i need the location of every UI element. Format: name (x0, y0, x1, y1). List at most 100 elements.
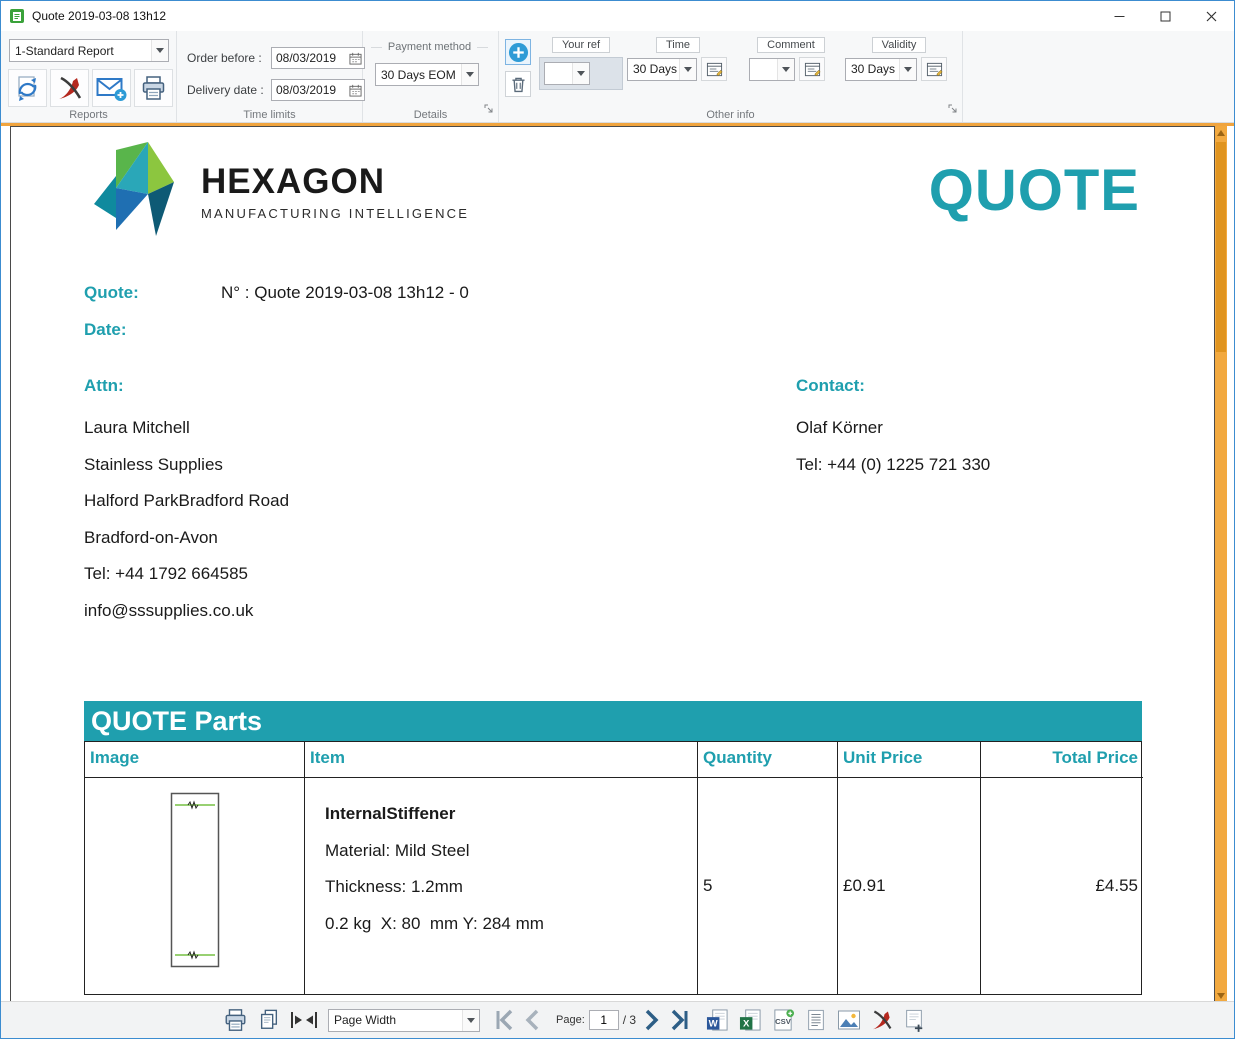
svg-text:W: W (709, 1019, 719, 1030)
quote-label: Quote: (84, 283, 139, 302)
chevron-down-icon[interactable] (572, 63, 589, 84)
print-report-button[interactable] (134, 69, 173, 107)
ribbon-group-time-limits: Order before : 08/03/2019 Delivery date … (177, 31, 363, 122)
next-page-button[interactable] (644, 1009, 660, 1031)
arrow-down-glyph (1217, 993, 1225, 999)
next-page-icon (644, 1009, 660, 1031)
page-number-input[interactable] (589, 1010, 619, 1030)
previous-page-icon (524, 1009, 540, 1031)
payment-method-label: Payment method (388, 41, 471, 53)
add-page-button[interactable] (903, 1008, 925, 1032)
text-doc-icon (805, 1008, 827, 1032)
chevron-down-icon[interactable] (462, 1010, 479, 1031)
order-before-label: Order before : (187, 51, 271, 65)
vertical-scrollbar[interactable] (1215, 126, 1227, 1003)
minimize-icon (1114, 11, 1125, 22)
calendar-icon[interactable] (346, 52, 364, 65)
chevron-down-glyph (467, 1018, 475, 1023)
add-item-button[interactable] (505, 39, 531, 65)
delivery-date-input[interactable]: 08/03/2019 (271, 79, 365, 101)
chevron-down-glyph (904, 67, 912, 72)
window-controls (1096, 1, 1234, 31)
time-select[interactable]: 30 Days (627, 58, 697, 81)
svg-text:X: X (743, 1019, 750, 1030)
payment-method-value: 30 Days EOM (376, 68, 461, 82)
zoom-select[interactable]: Page Width (328, 1009, 480, 1032)
quote-parts-banner: QUOTE Parts (84, 701, 1142, 741)
svg-text:CSV: CSV (775, 1017, 792, 1026)
form-edit-icon (926, 61, 943, 78)
quote-parts-title: QUOTE Parts (91, 706, 262, 737)
validity-select[interactable]: 30 Days (845, 58, 917, 81)
col-header-unit-price: Unit Price (837, 742, 980, 778)
previous-page-button[interactable] (524, 1009, 540, 1031)
attn-line: Halford ParkBradford Road (84, 483, 289, 520)
your-ref-select[interactable] (544, 62, 590, 85)
attn-line: Tel: +44 1792 664585 (84, 556, 289, 593)
scrollbar-thumb[interactable] (1216, 142, 1226, 352)
ribbon: 1-Standard Report (1, 31, 1234, 123)
comment-select[interactable] (749, 58, 795, 81)
export-csv-button[interactable]: CSV (772, 1008, 795, 1032)
report-style-select[interactable]: 1-Standard Report (9, 39, 169, 62)
order-before-date-input[interactable]: 08/03/2019 (271, 47, 365, 69)
chevron-down-icon[interactable] (461, 64, 478, 85)
attn-line: Bradford-on-Avon (84, 520, 289, 557)
export-word-button[interactable]: W (706, 1008, 729, 1032)
minimize-button[interactable] (1096, 1, 1142, 31)
close-button[interactable] (1188, 1, 1234, 31)
chevron-down-icon[interactable] (777, 59, 794, 80)
validity-label: Validity (872, 37, 927, 53)
calendar-icon[interactable] (346, 84, 364, 97)
export-image-button[interactable] (837, 1009, 861, 1031)
export-pdf-button[interactable] (50, 69, 89, 107)
details-dialog-launcher[interactable] (484, 101, 494, 119)
delete-item-button[interactable] (505, 71, 531, 97)
chevron-down-glyph (156, 48, 164, 53)
validity-edit-button[interactable] (921, 57, 947, 81)
attn-label: Attn: (84, 376, 124, 396)
chevron-down-icon[interactable] (899, 59, 916, 80)
maximize-button[interactable] (1142, 1, 1188, 31)
time-value: 30 Days (628, 62, 679, 76)
refresh-report-button[interactable] (8, 69, 47, 107)
col-header-quantity: Quantity (697, 742, 837, 778)
group-label-reports: Reports (1, 109, 176, 121)
comment-edit-button[interactable] (799, 57, 825, 81)
col-header-total-price: Total Price (980, 742, 1143, 778)
copy-page-button[interactable] (258, 1008, 280, 1032)
print-button[interactable] (223, 1008, 248, 1033)
export-text-button[interactable] (805, 1008, 827, 1032)
fit-width-button[interactable] (290, 1011, 318, 1029)
payment-method-select[interactable]: 30 Days EOM (375, 63, 479, 86)
group-label-other-info: Other info (499, 109, 962, 121)
last-page-button[interactable] (670, 1009, 690, 1031)
order-before-date-value: 08/03/2019 (272, 51, 346, 65)
page-total: / 3 (623, 1013, 636, 1027)
email-report-button[interactable] (92, 69, 131, 107)
col-header-item: Item (304, 742, 697, 778)
report-buttons (8, 69, 173, 107)
time-edit-button[interactable] (701, 57, 727, 81)
delivery-date-value: 08/03/2019 (272, 83, 346, 97)
first-page-button[interactable] (494, 1009, 514, 1031)
attn-address: Laura Mitchell Stainless Supplies Halfor… (84, 410, 289, 629)
validity-value: 30 Days (846, 62, 899, 76)
time-controls: 30 Days (627, 57, 729, 81)
order-before-row: Order before : 08/03/2019 (187, 47, 365, 69)
export-excel-button[interactable]: X (739, 1008, 762, 1032)
printer-icon (140, 75, 167, 102)
refresh-report-icon (14, 75, 41, 102)
chevron-down-icon[interactable] (151, 40, 168, 61)
date-label: Date: (84, 320, 127, 340)
export-pdf-button[interactable] (871, 1009, 893, 1031)
dialog-launcher-icon (484, 104, 494, 114)
chevron-down-icon[interactable] (679, 59, 696, 80)
form-edit-icon (804, 61, 821, 78)
part-image-cell (85, 778, 304, 994)
other-info-dialog-launcher[interactable] (948, 101, 958, 119)
hexagon-logo-mark (86, 142, 181, 242)
scroll-up-icon[interactable] (1215, 126, 1227, 140)
page-title: QUOTE (929, 162, 1140, 220)
email-icon (96, 75, 127, 102)
